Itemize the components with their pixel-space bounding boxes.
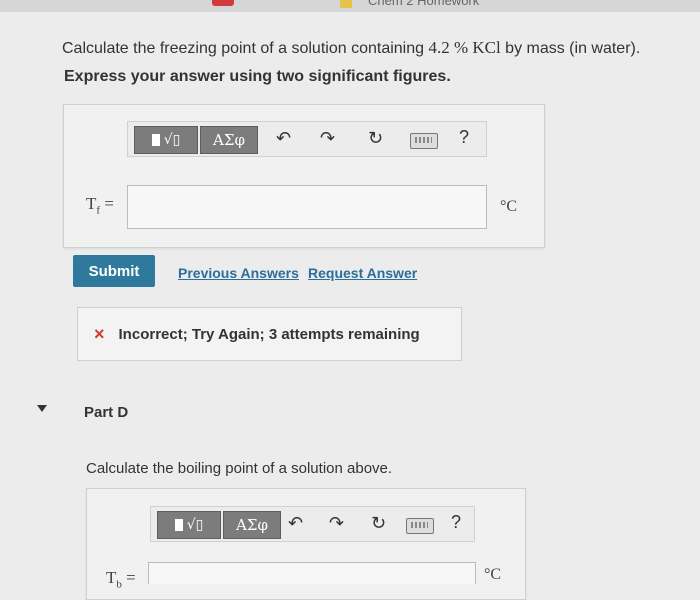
answer-symbol: T [106,568,117,587]
template-square-icon [174,519,183,531]
top-strip: Chem 2 Homework [0,0,700,12]
answer-subscript: f [96,204,101,217]
math-toolbar: √▯ ΑΣφ ↶ ↷ ↻ ? [127,121,487,157]
tab-title-fragment: Chem 2 Homework [368,0,480,8]
undo-icon[interactable]: ↶ [288,513,303,534]
answer-label-d: Tb = [106,568,136,590]
request-answer-link[interactable]: Request Answer [308,265,417,281]
undo-icon[interactable]: ↶ [276,128,291,149]
redo-icon[interactable]: ↷ [329,513,344,534]
help-button[interactable]: ? [459,127,469,148]
instruction-text: Express your answer using two significan… [64,68,451,85]
answer-subscript: b [116,578,122,591]
part-d-question: Calculate the boiling point of a solutio… [86,460,393,477]
part-d-title[interactable]: Part D [84,404,128,421]
unit-label-d: °C [484,566,502,583]
greek-symbols-button[interactable]: ΑΣφ [200,126,258,154]
answer-input-d[interactable] [148,562,476,584]
radical-icon: √▯ [186,517,204,533]
question-suffix: by mass (in water). [500,40,641,57]
submit-button[interactable]: Submit [73,255,155,287]
math-toolbar-d: √▯ ΑΣφ ↶ ↷ ↻ ? [150,506,475,542]
unit-label: °C [500,198,518,215]
radical-icon: √▯ [163,132,181,148]
error-icon: × [94,323,105,344]
answer-equals: = [104,194,114,213]
answer-input[interactable] [127,185,487,229]
redo-icon[interactable]: ↷ [320,128,335,149]
reset-icon[interactable]: ↻ [368,128,383,149]
help-button[interactable]: ? [451,512,461,533]
question-amount: 4.2 % KCl [428,38,501,57]
feedback-box: × Incorrect; Try Again; 3 attempts remai… [77,307,462,361]
collapse-caret-icon[interactable] [37,405,47,412]
previous-answers-link[interactable]: Previous Answers [178,265,299,281]
feedback-message: Incorrect; Try Again; 3 attempts remaini… [118,325,420,343]
reset-icon[interactable]: ↻ [371,513,386,534]
keyboard-icon[interactable] [406,518,434,534]
question-text: Calculate the freezing point of a soluti… [62,38,640,58]
answer-equals: = [126,568,136,587]
answer-symbol: T [86,194,97,213]
templates-button[interactable]: √▯ [134,126,198,154]
templates-button[interactable]: √▯ [157,511,221,539]
template-square-icon [151,134,160,146]
answer-label: Tf = [86,194,114,216]
question-prefix: Calculate the freezing point of a soluti… [62,40,429,57]
greek-symbols-button[interactable]: ΑΣφ [223,511,281,539]
keyboard-icon[interactable] [410,133,438,149]
pdf-icon [212,0,234,6]
folder-icon [340,0,352,8]
